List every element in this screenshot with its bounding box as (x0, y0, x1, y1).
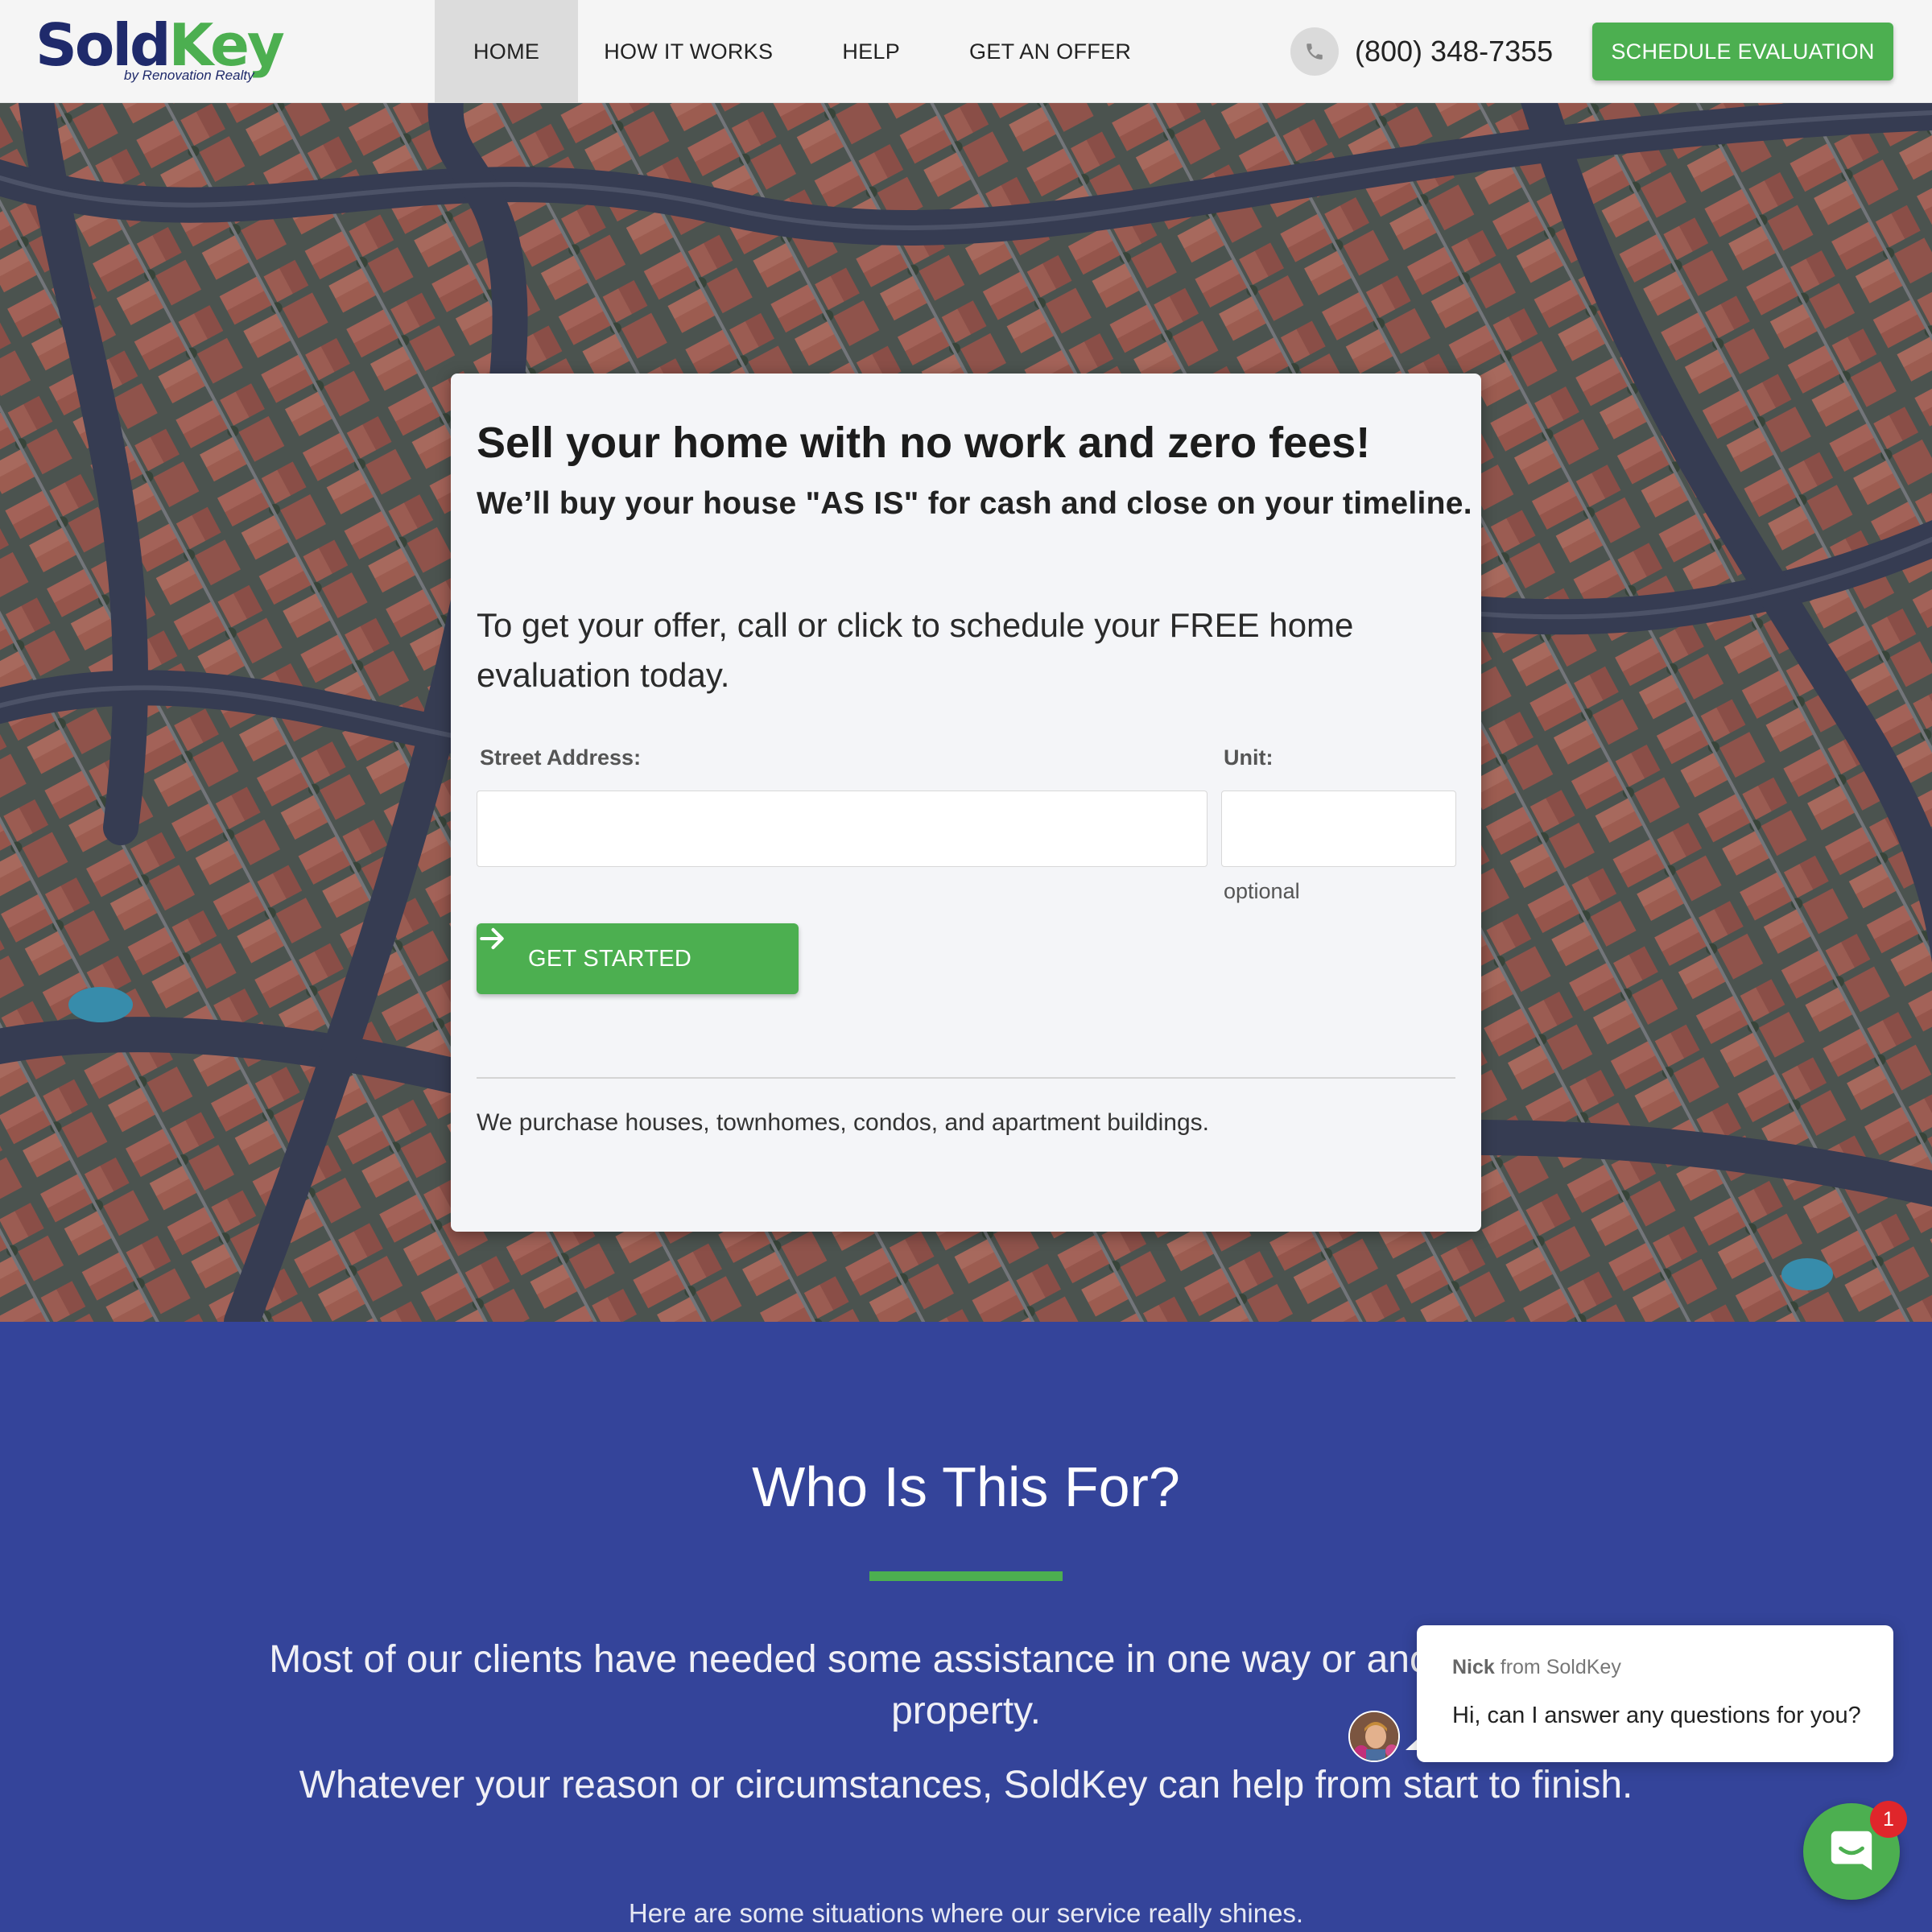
property-types-note: We purchase houses, townhomes, condos, a… (477, 1109, 1209, 1136)
card-divider (477, 1077, 1455, 1079)
section-title: Who Is This For? (752, 1455, 1180, 1518)
hero-headline: Sell your home with no work and zero fee… (477, 419, 1371, 467)
phone-number-link[interactable]: (800) 348-7355 (1355, 32, 1553, 71)
get-started-button[interactable]: GET STARTED (477, 923, 799, 994)
nav-get-an-offer[interactable]: GET AN OFFER (943, 0, 1157, 103)
hero-section: Sell your home with no work and zero fee… (0, 103, 1932, 1322)
street-address-label: Street Address: (480, 745, 642, 770)
chat-sender-company: from SoldKey (1494, 1656, 1621, 1678)
nav-how-it-works[interactable]: HOW IT WORKS (578, 0, 799, 103)
phone-icon[interactable] (1290, 27, 1339, 76)
agent-avatar[interactable] (1348, 1711, 1400, 1762)
hero-subheadline: We’ll buy your house "AS IS" for cash an… (477, 486, 1472, 521)
chat-sender: Nick from SoldKey (1452, 1656, 1621, 1679)
unit-input[interactable] (1221, 791, 1456, 867)
title-underline (869, 1571, 1063, 1581)
chat-message-bubble[interactable]: Nick from SoldKey Hi, can I answer any q… (1417, 1625, 1893, 1762)
who-paragraph-2: Whatever your reason or circumstances, S… (299, 1764, 1633, 1806)
chat-icon (1827, 1825, 1876, 1879)
unread-count-badge: 1 (1870, 1801, 1907, 1838)
street-address-input[interactable] (477, 791, 1208, 867)
chat-message-text: Hi, can I answer any questions for you? (1452, 1703, 1861, 1728)
who-paragraph-3: Here are some situations where our servi… (628, 1898, 1304, 1928)
nav-home[interactable]: HOME (435, 0, 579, 103)
chat-sender-name: Nick (1452, 1656, 1495, 1678)
hero-lead-text: To get your offer, call or click to sche… (477, 606, 1354, 694)
soldkey-logo[interactable]: SoldKey by Renovation Realty (35, 11, 285, 92)
logo-tagline: by Renovation Realty (124, 68, 254, 83)
schedule-evaluation-button[interactable]: SCHEDULE EVALUATION (1592, 23, 1893, 80)
site-header: SoldKey by Renovation Realty HOME HOW IT… (0, 0, 1932, 103)
get-started-label: GET STARTED (528, 945, 692, 972)
main-nav: HOME HOW IT WORKS HELP GET AN OFFER (435, 0, 1157, 103)
unit-optional-hint: optional (1224, 879, 1300, 903)
unit-label: Unit: (1224, 745, 1274, 770)
nav-help[interactable]: HELP (799, 0, 943, 103)
offer-card: Sell your home with no work and zero fee… (451, 374, 1481, 1232)
